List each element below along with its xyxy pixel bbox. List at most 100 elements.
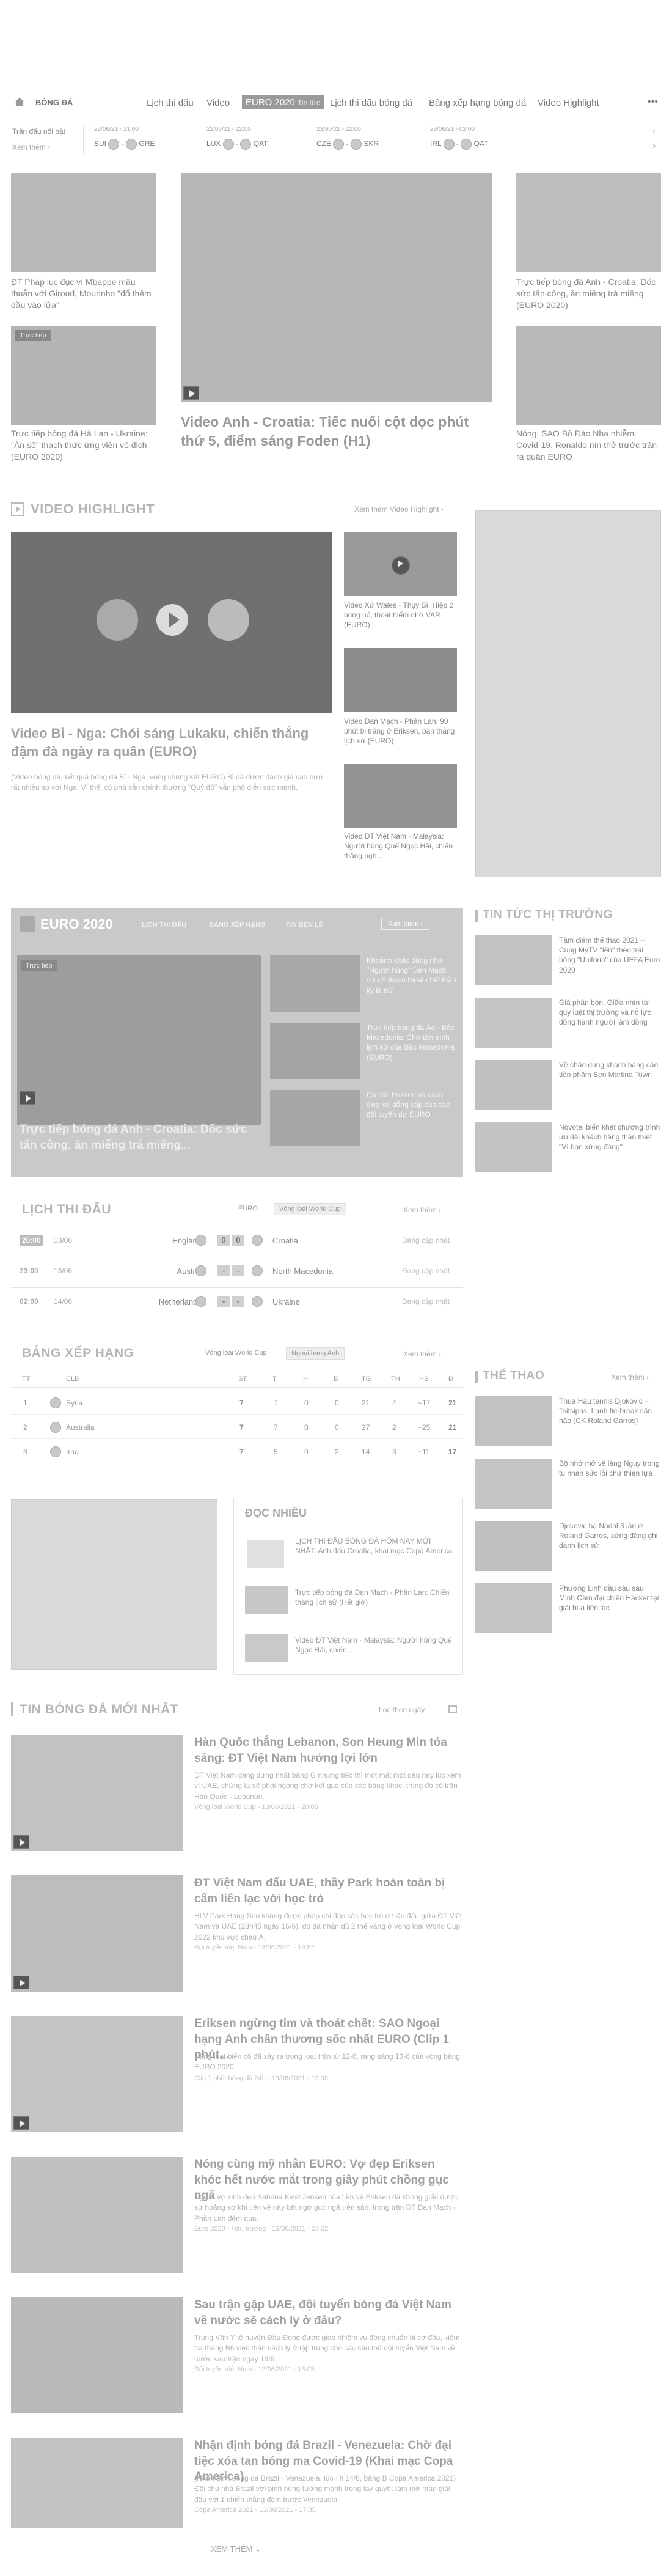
market-item-title[interactable]: Về chân dung khách hàng cần tiền phâm Se… [559,1060,661,1080]
top-left-title[interactable]: Trực tiếp bóng đá Hà Lan - Ukraine: "Ăn … [11,428,156,463]
play-square-icon [11,502,24,516]
most-read-item[interactable]: Trực tiếp bóng đá Đan Mạch - Phần Lan: C… [295,1588,454,1607]
nav-item-highlight[interactable]: Video Highlight [538,98,599,108]
euro-tab[interactable]: TIN BÊN LỀ [286,921,323,929]
highlight-side-image[interactable] [344,532,457,596]
sports-image[interactable] [475,1583,552,1633]
play-icon[interactable] [13,1835,29,1849]
play-icon[interactable] [183,386,199,400]
top-main-title[interactable]: Video Anh - Croatia: Tiếc nuối cột dọc p… [181,413,492,451]
news-image[interactable] [11,2157,183,2273]
home-icon[interactable] [15,98,24,106]
euro-side-image[interactable] [270,955,360,1012]
ticker-match[interactable]: 22/06/21 - 21:00 SUI - GRE [94,126,216,156]
schedule-tab[interactable]: Vòng loại World Cup [274,1203,346,1215]
euro-more-button[interactable]: Xem thêm › [381,918,429,930]
standings-tab[interactable]: Vòng loại World Cup [200,1347,272,1358]
schedule-row[interactable]: 20:00 13/06 England 0 0 Croatia Đang cập… [11,1230,463,1254]
news-desc: (Nhận định bóng đá Brazil - Venezuela, l… [194,2474,456,2504]
euro-main-image[interactable] [17,955,261,1125]
standings-row[interactable]: 1 Syria 7 7 0 0 21 4 +17 21 [11,1393,463,1415]
highlight-side-title[interactable]: Video Đan Mạch - Phần Lan: 90 phút bi tr… [344,716,457,746]
play-icon[interactable] [13,2116,29,2130]
sports-image[interactable] [475,1396,552,1446]
ticker-match[interactable]: 23/06/21 - 02:00 IRL - QAT [430,126,552,156]
news-title[interactable]: ĐT Việt Nam đấu UAE, thầy Park hoàn toàn… [194,1875,463,1907]
market-image[interactable] [475,998,552,1048]
standings-row[interactable]: 3 Iraq 7 5 0 2 14 3 +11 17 [11,1441,463,1463]
sports-item-title[interactable]: Thua Hậu tennis Djokovic – Tsitsipas: Lạ… [559,1396,661,1426]
most-read-image[interactable] [245,1634,288,1662]
sports-item-title[interactable]: Djokovic hạ Nadal 3 lần ở Roland Garros,… [559,1521,661,1551]
euro-tab[interactable]: LỊCH THI ĐẤU [142,921,186,929]
highlight-more-link[interactable]: Xem thêm Video Highlight › [354,505,444,513]
news-image[interactable] [11,2438,183,2528]
euro-side-title[interactable]: Khoảnh khắc đáng nhớ: "Người hùng" Đan M… [367,955,457,995]
date-filter[interactable]: Lọc theo ngày [379,1706,425,1714]
market-image[interactable] [475,935,552,985]
more-menu-icon[interactable]: ••• [648,97,658,108]
market-image[interactable] [475,1060,552,1110]
schedule-tab[interactable]: EURO [233,1203,263,1214]
top-right-image[interactable] [516,173,661,272]
ticker-next-icon[interactable]: › [652,141,656,152]
standings-row[interactable]: 2 Australia 7 7 0 0 27 2 +25 21 [11,1417,463,1439]
most-read-item[interactable]: LỊCH THI ĐẤU BÓNG ĐÁ HÔM NAY MỚI NHẤT: A… [295,1536,454,1556]
top-right-title[interactable]: Trực tiếp bóng đá Anh - Croatia: Dốc sức… [516,276,661,311]
sports-item-title[interactable]: Bộ nhớ mở về làng Nguy trong tu nhàn sức… [559,1459,661,1478]
sports-image[interactable] [475,1459,552,1509]
nav-item-euro[interactable]: EURO 2020 Tin tức [242,95,324,109]
nav-item-schedule[interactable]: Lịch thi đấu [147,98,194,108]
news-title[interactable]: Hàn Quốc thắng Lebanon, Son Heung Min tỏ… [194,1735,463,1766]
euro-side-image[interactable] [270,1090,360,1146]
nav-item-video[interactable]: Video [206,98,230,108]
play-icon[interactable] [20,1091,35,1105]
highlight-main-title[interactable]: Video Bỉ - Nga: Chói sáng Lukaku, chiến … [11,724,332,760]
nav-logo-label[interactable]: BÓNG ĐÁ [35,98,73,107]
sports-item-title[interactable]: Phương Linh đầu sâu sau Minh Cầm đại chi… [559,1583,661,1613]
schedule-row[interactable]: 02:00 14/06 Netherlands - - Ukraine Đang… [11,1291,463,1316]
ticker-match[interactable]: 23/06/21 - 22:00 CZE - SKR [316,126,439,156]
ticker-more-link[interactable]: Xem thêm › [12,143,50,152]
standings-more-link[interactable]: Xem thêm › [403,1350,441,1358]
top-left-title[interactable]: ĐT Pháp lục đục vì Mbappe mâu thuẫn với … [11,276,156,311]
euro-side-title[interactable]: Trực tiếp bóng đá Áo - Bắc Macedonia: Ch… [367,1023,457,1062]
euro-side-image[interactable] [270,1023,360,1079]
sports-more-link[interactable]: Xem thêm › [611,1373,649,1382]
highlight-side-image[interactable] [344,764,457,828]
most-read-item[interactable]: Video ĐT Việt Nam - Malaysia: Người hùng… [295,1635,454,1655]
schedule-more-link[interactable]: Xem thêm › [403,1205,441,1214]
schedule-row[interactable]: 23:00 13/06 Austria - - North Macedonia … [11,1260,463,1285]
highlight-side-title[interactable]: Video Xứ Wales - Thụy Sĩ: Hiệp 2 bùng nổ… [344,600,457,630]
play-icon[interactable] [13,1976,29,1989]
highlight-side-title[interactable]: Video ĐT Việt Nam - Malaysia: Người hùng… [344,831,457,861]
news-image[interactable] [11,2016,183,2132]
market-item-title[interactable]: Giá phân bón: Giữa nhìn từ quy luật thị … [559,998,661,1028]
ticker-match[interactable]: 22/06/21 - 22:00 LUX - QAT [206,126,329,156]
nav-item-fixtures[interactable]: Lịch thi đấu bóng đá [330,98,412,108]
highlight-main-image[interactable] [11,532,332,713]
play-icon[interactable] [392,556,410,575]
market-item-title[interactable]: Tâm điểm thế thao 2021 – Cùng MyTV "lên"… [559,935,661,975]
news-image[interactable] [11,1735,183,1851]
calendar-icon[interactable] [448,1705,457,1713]
euro-main-title[interactable]: Trực tiếp bóng đá Anh - Croatia: Dốc sức… [20,1122,258,1153]
nav-item-standings[interactable]: Bảng xếp hạng bóng đá [429,98,526,108]
top-left-image[interactable] [11,173,156,272]
market-item-title[interactable]: Novotel biến khát chương trình ưu đãi kh… [559,1122,661,1152]
ticker-prev-icon[interactable]: ‹ [652,126,656,137]
sports-image[interactable] [475,1521,552,1571]
news-image[interactable] [11,1875,183,1992]
top-main-image[interactable] [181,173,492,402]
standings-tab[interactable]: Ngoại hạng Anh [286,1347,345,1360]
euro-tab[interactable]: BẢNG XẾP HẠNG [209,921,266,929]
highlight-side-image[interactable] [344,648,457,712]
euro-side-title[interactable]: Cú sốc Eriksen và cách ứng xử đẳng cấp c… [367,1090,457,1120]
market-image[interactable] [475,1122,552,1172]
load-more-button[interactable]: XEM THÊM ⌄ [211,2544,261,2554]
news-title[interactable]: Sau trận gặp UAE, đội tuyển bóng đá Việt… [194,2297,463,2328]
top-right-title[interactable]: Nóng: SAO Bồ Đào Nha nhiễm Covid-19, Ron… [516,428,661,463]
top-right-image[interactable] [516,326,661,425]
most-read-image[interactable] [245,1586,288,1614]
news-image[interactable] [11,2297,183,2413]
